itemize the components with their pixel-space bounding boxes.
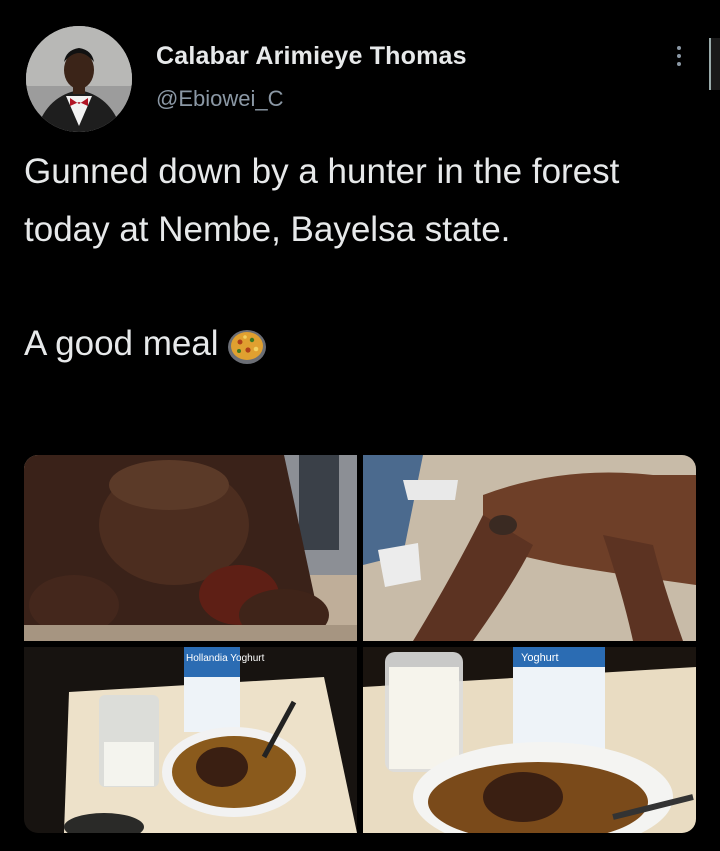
media-photo-2[interactable] <box>363 455 696 641</box>
author-name[interactable]: Calabar Arimieye Thomas <box>156 42 467 71</box>
avatar-photo <box>26 26 132 132</box>
media-photo-4[interactable]: Yoghurt <box>363 647 696 833</box>
meal-closeup-photo: Yoghurt <box>363 647 696 833</box>
animal-carcass-photo <box>24 455 357 641</box>
meal-with-yoghurt-photo: Hollandia Yoghurt <box>24 647 357 833</box>
more-options-icon[interactable] <box>667 36 691 76</box>
author-avatar[interactable] <box>26 26 132 132</box>
photo-3-carton-text: Hollandia Yoghurt <box>186 653 265 664</box>
tweet-text-paragraph-2: A good meal <box>24 315 704 373</box>
photo-4-carton-text: Yoghurt <box>521 652 559 664</box>
media-photo-1[interactable] <box>24 455 357 641</box>
tweet-text-paragraph-1: Gunned down by a hunter in the forest to… <box>24 152 620 249</box>
scroll-edge-handle <box>709 38 720 90</box>
author-handle[interactable]: @Ebiowei_C <box>156 86 284 112</box>
animal-on-ground-photo <box>363 455 696 641</box>
media-grid: Hollandia Yoghurt Yoghurt <box>24 455 696 833</box>
tweet-text: Gunned down by a hunter in the forest to… <box>24 143 704 373</box>
paella-pan-icon <box>225 324 269 368</box>
media-photo-3[interactable]: Hollandia Yoghurt <box>24 647 357 833</box>
tweet-text-paragraph-2-text: A good meal <box>24 324 219 363</box>
